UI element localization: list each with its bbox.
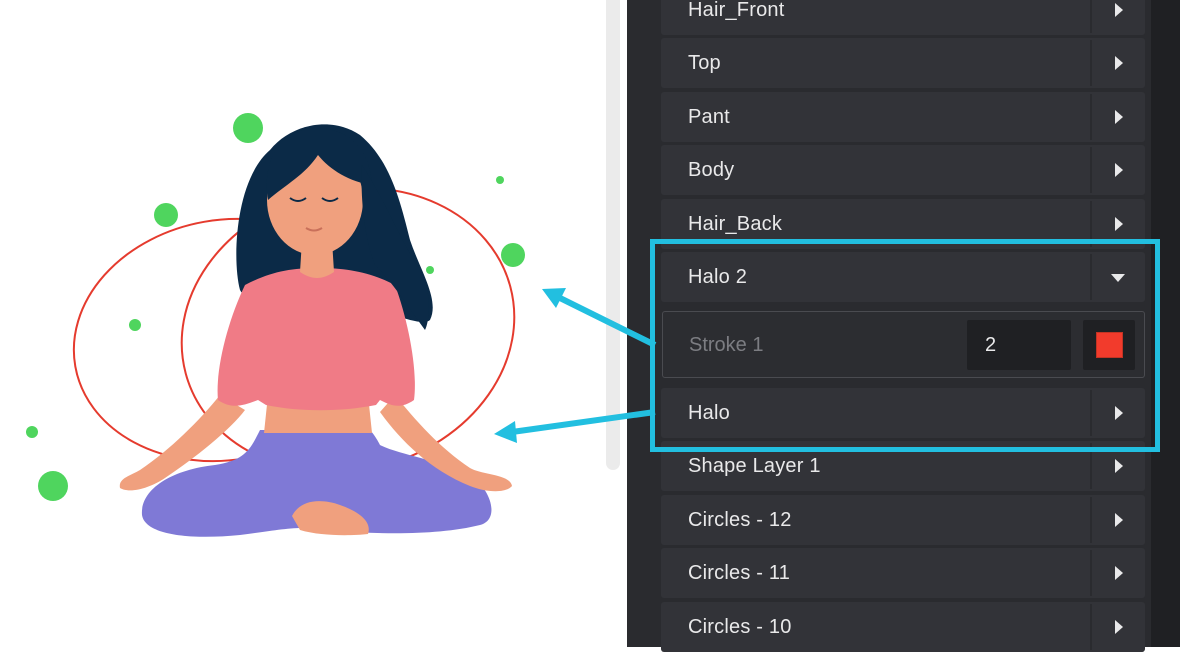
chevron-right-icon bbox=[1115, 56, 1123, 70]
layer-row-body[interactable]: Body bbox=[661, 145, 1145, 195]
stroke-label: Stroke 1 bbox=[689, 334, 764, 356]
green-dot bbox=[154, 203, 178, 227]
green-dot bbox=[26, 426, 38, 438]
expand-button[interactable] bbox=[1092, 0, 1145, 35]
layer-row-pant[interactable]: Pant bbox=[661, 92, 1145, 142]
expand-button[interactable] bbox=[1092, 441, 1145, 491]
stroke-width-input[interactable]: 2 bbox=[967, 320, 1071, 370]
chevron-right-icon bbox=[1115, 163, 1123, 177]
expand-button[interactable] bbox=[1092, 388, 1145, 438]
layer-row-shape-layer-1[interactable]: Shape Layer 1 bbox=[661, 441, 1145, 491]
chevron-right-icon bbox=[1115, 459, 1123, 473]
chevron-right-icon bbox=[1115, 513, 1123, 527]
expand-button[interactable] bbox=[1092, 145, 1145, 195]
layer-row-circles-11[interactable]: Circles - 11 bbox=[661, 548, 1145, 598]
chevron-down-icon bbox=[1111, 274, 1125, 282]
green-dot bbox=[496, 176, 504, 184]
layer-label: Circles - 11 bbox=[688, 562, 791, 584]
animation-preview bbox=[0, 0, 627, 647]
layer-row-halo-2[interactable]: Halo 2 bbox=[661, 252, 1145, 302]
green-dot bbox=[38, 471, 68, 501]
layer-label: Halo bbox=[688, 402, 730, 424]
color-swatch bbox=[1096, 332, 1123, 358]
green-dot bbox=[233, 113, 263, 143]
layer-label: Body bbox=[688, 159, 735, 181]
layer-label: Shape Layer 1 bbox=[688, 455, 821, 477]
preview-scrollbar[interactable] bbox=[606, 0, 620, 470]
stroke-property-row: Stroke 1 2 bbox=[662, 311, 1145, 378]
green-dot bbox=[426, 266, 434, 274]
chevron-right-icon bbox=[1115, 566, 1123, 580]
layer-label: Top bbox=[688, 52, 721, 74]
layer-label: Hair_Front bbox=[688, 0, 785, 21]
layer-label: Circles - 10 bbox=[688, 616, 792, 638]
chevron-right-icon bbox=[1115, 110, 1123, 124]
expand-button[interactable] bbox=[1092, 199, 1145, 249]
layer-label: Hair_Back bbox=[688, 213, 783, 235]
chevron-right-icon bbox=[1115, 217, 1123, 231]
layer-label: Circles - 12 bbox=[688, 509, 792, 531]
layer-row-hair-back[interactable]: Hair_Back bbox=[661, 199, 1145, 249]
chevron-right-icon bbox=[1115, 620, 1123, 634]
collapse-button[interactable] bbox=[1092, 252, 1145, 302]
layer-row-top[interactable]: Top bbox=[661, 38, 1145, 88]
expand-button[interactable] bbox=[1092, 495, 1145, 545]
shirt bbox=[217, 268, 415, 411]
layer-row-halo[interactable]: Halo bbox=[661, 388, 1145, 438]
chevron-right-icon bbox=[1115, 3, 1123, 17]
layer-label: Pant bbox=[688, 106, 730, 128]
layer-row-circles-10[interactable]: Circles - 10 bbox=[661, 602, 1145, 652]
layer-row-circles-12[interactable]: Circles - 12 bbox=[661, 495, 1145, 545]
stroke-color-picker[interactable] bbox=[1083, 320, 1135, 370]
expand-button[interactable] bbox=[1092, 38, 1145, 88]
layer-label: Halo 2 bbox=[688, 266, 748, 288]
green-dot bbox=[501, 243, 525, 267]
expand-button[interactable] bbox=[1092, 602, 1145, 652]
meditating-woman-illustration bbox=[26, 113, 525, 537]
expand-button[interactable] bbox=[1092, 92, 1145, 142]
chevron-right-icon bbox=[1115, 406, 1123, 420]
layer-row-hair-front[interactable]: Hair_Front bbox=[661, 0, 1145, 35]
layers-scrollbar[interactable] bbox=[1151, 0, 1180, 647]
green-dot bbox=[129, 319, 141, 331]
expand-button[interactable] bbox=[1092, 548, 1145, 598]
